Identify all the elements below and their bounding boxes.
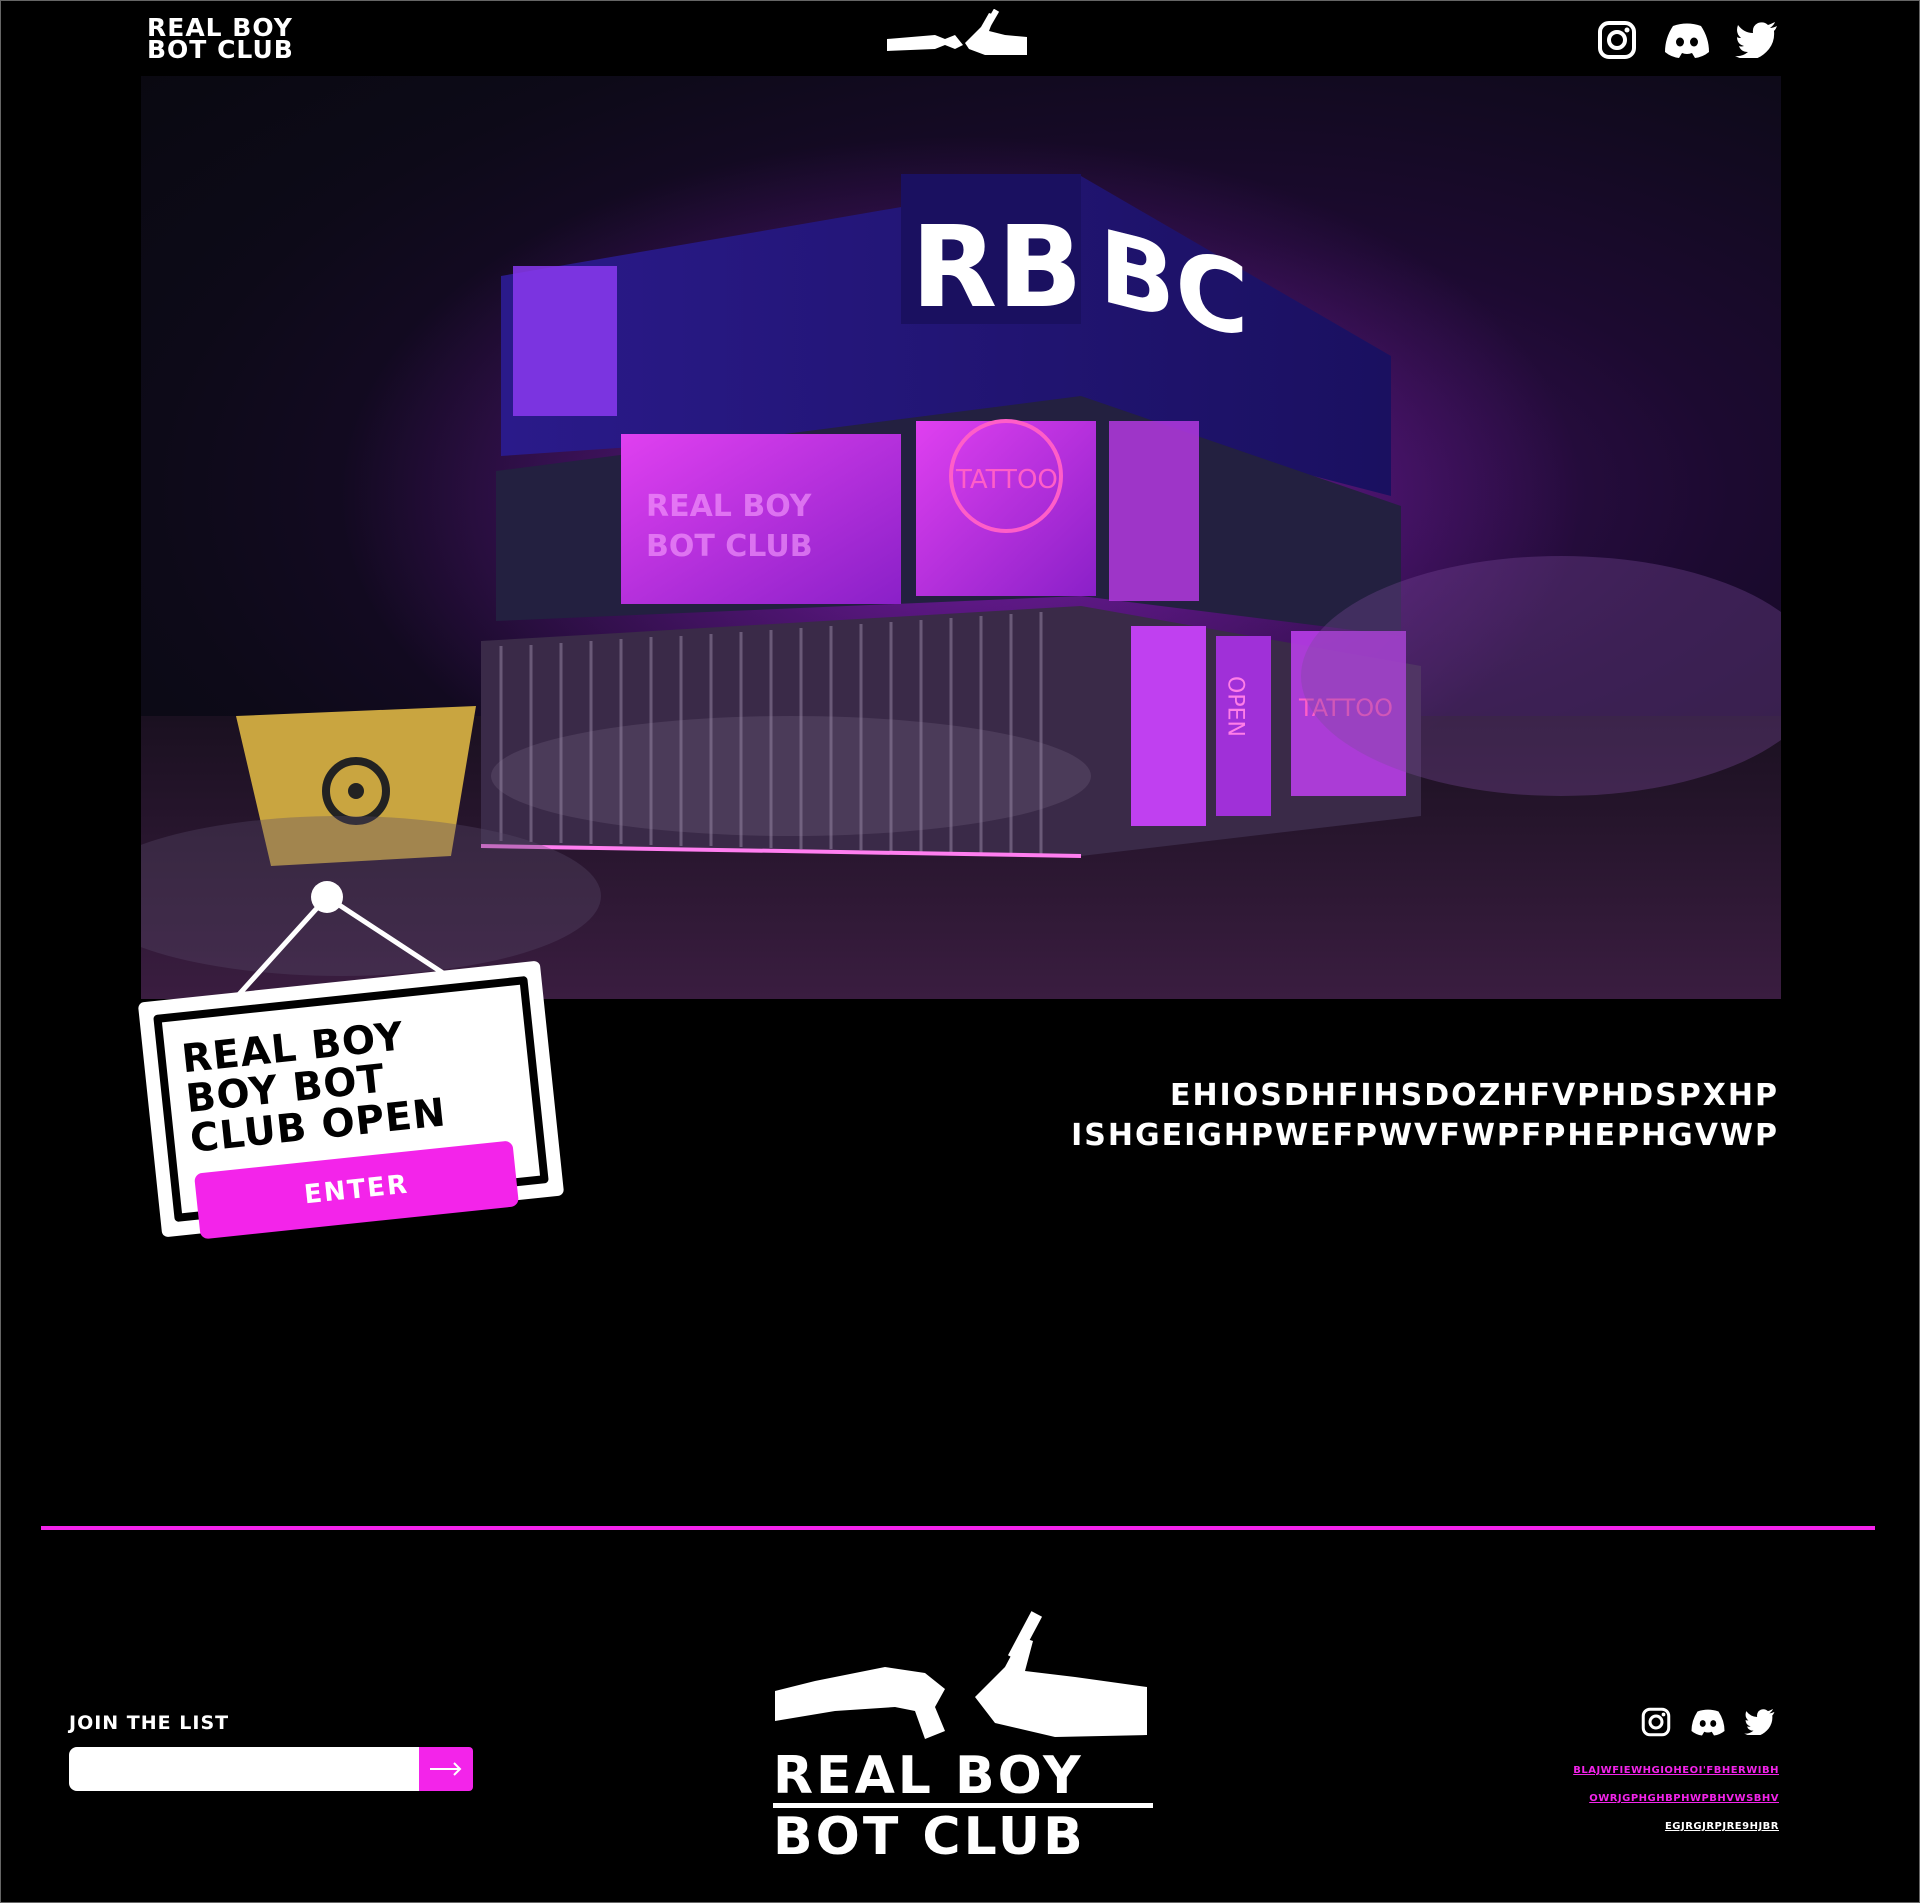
join-form: [69, 1747, 473, 1791]
footer-links: BLAJWFIEWHGIOHEOI'FBHERWIBH OWRJGPHGHBPH…: [1573, 1765, 1779, 1849]
social-links-top: [1593, 19, 1781, 61]
banner-line2: BOT CLUB: [646, 529, 813, 564]
instagram-icon[interactable]: [1593, 19, 1641, 61]
tagline-line1: EHIOSDHFIHSDOZHFVPHDSPXHP: [1169, 1078, 1779, 1113]
arrow-right-icon: [430, 1762, 462, 1776]
twitter-icon[interactable]: [1741, 1705, 1779, 1739]
twitter-icon[interactable]: [1733, 19, 1781, 61]
header-logo-line2: BOT CLUB: [147, 35, 294, 64]
tagline: EHIOSDHFIHSDOZHFVPHDSPXHP ISHGEIGHPWEFPW…: [1071, 1076, 1779, 1156]
discord-icon[interactable]: [1663, 19, 1711, 61]
hands-logo-icon: [887, 9, 1027, 55]
building-scene: RB BC REAL BOY BOT CLUB TATTOO OPEN TATT…: [141, 136, 1781, 999]
instagram-icon[interactable]: [1637, 1705, 1675, 1739]
section-divider: [41, 1526, 1875, 1530]
rb-sign-text: RB: [911, 203, 1083, 333]
door-open-text: OPEN: [1223, 676, 1248, 737]
sign-title: REAL BOY BOY BOT CLUB OPEN: [179, 1014, 449, 1162]
hands-logo-large-icon: [775, 1611, 1147, 1739]
hero-illustration: RB BC REAL BOY BOT CLUB TATTOO OPEN TATT…: [141, 76, 1781, 999]
social-links-bottom: [1637, 1705, 1779, 1739]
enter-button[interactable]: ENTER: [193, 1140, 520, 1240]
footer-link-3[interactable]: EGJRGJRPJRE9HJBR: [1573, 1821, 1779, 1832]
banner-line1: REAL BOY: [646, 489, 813, 524]
footer-link-1[interactable]: BLAJWFIEWHGIOHEOI'FBHERWIBH: [1573, 1765, 1779, 1776]
join-label: JOIN THE LIST: [69, 1712, 230, 1734]
footer-logo-line1: REAL BOY: [773, 1746, 1084, 1806]
header-logo[interactable]: REAL BOY BOT CLUB: [147, 15, 317, 64]
footer-link-2[interactable]: OWRJGPHGHBPHWPBHVWSBHV: [1573, 1793, 1779, 1804]
footer-logo[interactable]: REAL BOY BOT CLUB: [773, 1746, 1153, 1867]
open-sign: REAL BOY BOY BOT CLUB OPEN ENTER: [137, 960, 565, 1240]
discord-icon[interactable]: [1689, 1705, 1727, 1739]
join-submit-button[interactable]: [419, 1747, 473, 1791]
window-tattoo-text: TATTOO: [955, 465, 1058, 495]
footer-logo-line2: BOT CLUB: [773, 1807, 1086, 1867]
tagline-line2: ISHGEIGHPWEFPWVFWPFPHEPHGVWP: [1071, 1118, 1779, 1153]
email-field[interactable]: [69, 1747, 419, 1791]
